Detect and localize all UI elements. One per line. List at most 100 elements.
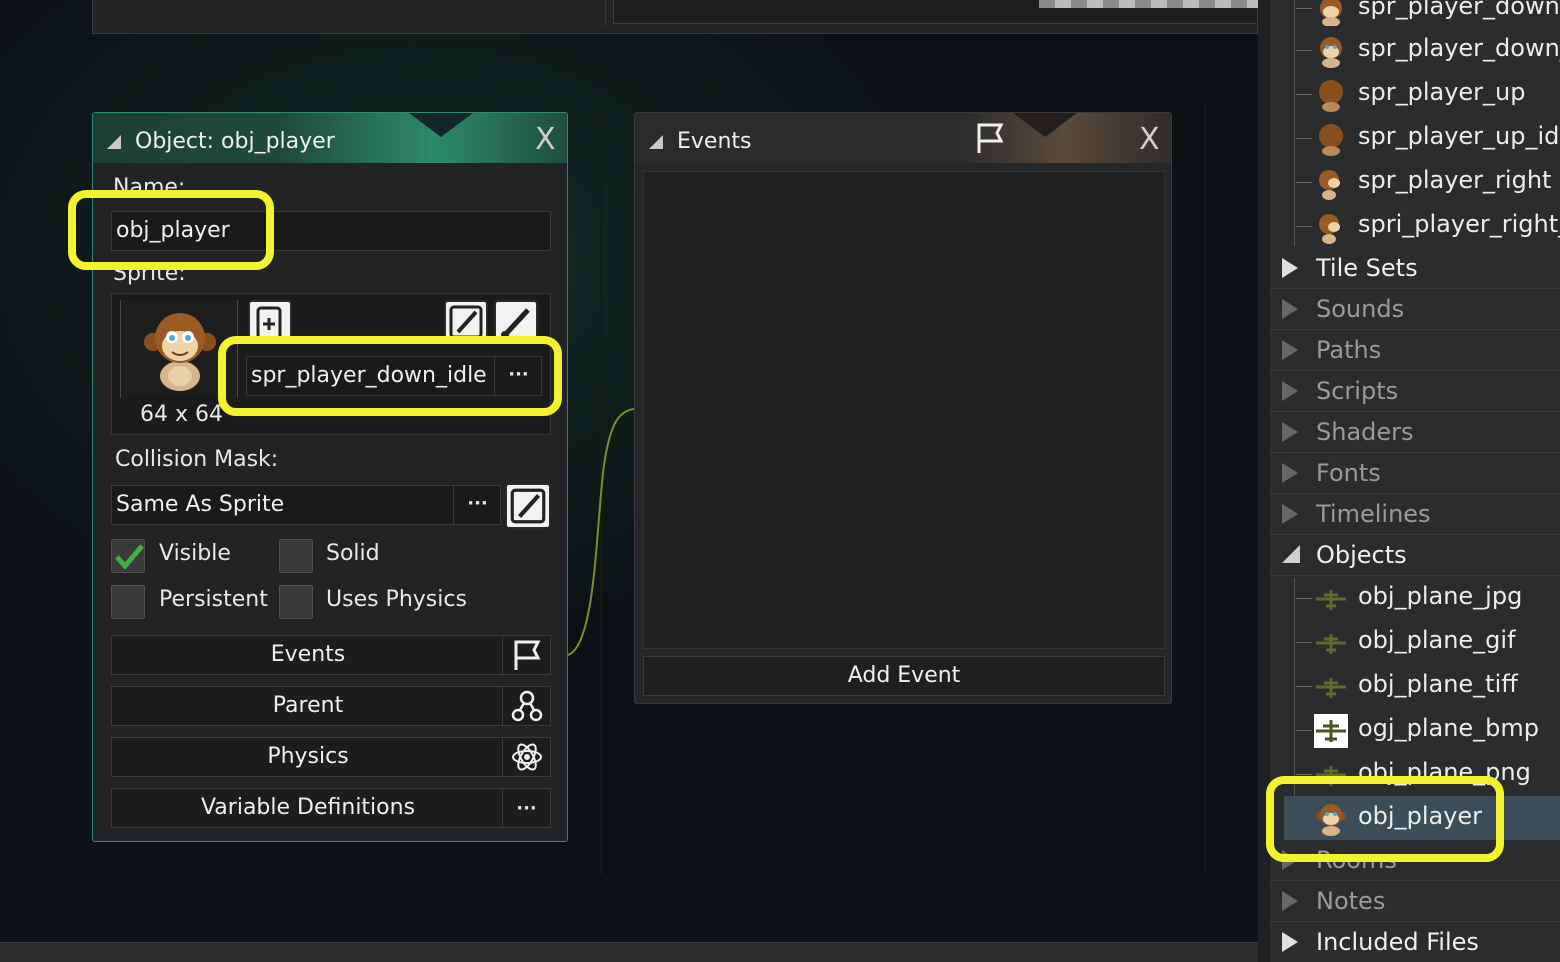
persistent-checkbox[interactable] xyxy=(111,585,145,619)
monkey-sprite-icon xyxy=(1320,0,1342,26)
tree-stub xyxy=(1296,8,1312,9)
collision-edit-button[interactable] xyxy=(505,483,551,529)
expand-icon[interactable] xyxy=(1282,504,1298,524)
workspace-scrollbar[interactable] xyxy=(0,942,1258,962)
monkey-sprite-icon xyxy=(144,313,216,391)
tree-group-label: Included Files xyxy=(1316,928,1479,956)
tree-stub xyxy=(1296,138,1312,139)
tree-group-objects[interactable]: Objects xyxy=(1270,535,1560,576)
visible-checkbox[interactable] xyxy=(111,539,145,573)
expand-icon[interactable] xyxy=(1282,258,1298,278)
expand-icon[interactable] xyxy=(1282,932,1298,952)
tree-item-label: spr_player_up_idle xyxy=(1358,122,1560,150)
expand-icon[interactable] xyxy=(1282,299,1298,319)
close-icon[interactable]: X xyxy=(535,125,556,155)
tree-group-label: Shaders xyxy=(1316,418,1414,446)
expand-icon[interactable] xyxy=(1282,891,1298,911)
tree-item-sprite[interactable]: spr_player_up xyxy=(1296,72,1560,116)
tree-group-timelines[interactable]: Timelines xyxy=(1270,494,1560,535)
tree-stub xyxy=(1296,94,1312,95)
tree-group-label: Objects xyxy=(1316,541,1407,569)
persistent-label: Persistent xyxy=(159,587,268,612)
collapse-icon[interactable] xyxy=(107,135,121,149)
tree-group-scripts[interactable]: Scripts xyxy=(1270,371,1560,412)
tree-stub xyxy=(1296,730,1312,731)
tree-item-sprite[interactable]: spr_player_down_ xyxy=(1296,28,1560,72)
monkey-side-icon xyxy=(1319,214,1340,244)
checker-preview xyxy=(1039,0,1259,8)
physics-button[interactable]: Physics xyxy=(111,737,551,777)
strip-divider xyxy=(605,0,606,26)
tree-group-paths[interactable]: Paths xyxy=(1270,330,1560,371)
collision-mask-label: Collision Mask: xyxy=(115,447,279,472)
uses-physics-checkbox[interactable] xyxy=(279,585,313,619)
header-notch xyxy=(1013,113,1077,137)
close-icon[interactable]: X xyxy=(1139,125,1160,155)
tree-item-label: spri_player_right_i xyxy=(1358,210,1560,238)
tree-item-label: spr_player_right xyxy=(1358,166,1552,194)
tree-guide-line xyxy=(1294,0,1295,246)
expand-icon[interactable] xyxy=(1282,340,1298,360)
expand-icon[interactable] xyxy=(1282,422,1298,442)
tree-group-label: Paths xyxy=(1316,336,1382,364)
tree-stub xyxy=(1296,50,1312,51)
flag-icon xyxy=(502,636,550,674)
solid-checkbox[interactable] xyxy=(279,539,313,573)
events-panel: Events X Add Event xyxy=(634,112,1172,704)
object-panel-header[interactable]: Object: obj_player X xyxy=(93,113,567,163)
add-event-button[interactable]: Add Event xyxy=(643,656,1165,696)
tree-item-sprite[interactable]: spr_player_down xyxy=(1296,0,1560,30)
events-list[interactable] xyxy=(643,171,1165,649)
tree-item-label: spr_player_up xyxy=(1358,78,1526,106)
tree-group-included-files[interactable]: Included Files xyxy=(1270,922,1560,962)
tree-item-label: obj_plane_tiff xyxy=(1358,670,1518,698)
expand-icon[interactable] xyxy=(1282,381,1298,401)
monkey-back-icon xyxy=(1319,124,1343,156)
tree-item-object[interactable]: obj_plane_tiff xyxy=(1296,664,1560,708)
tree-stub xyxy=(1296,686,1312,687)
panel-connector-line xyxy=(567,408,635,656)
highlight-obj-player xyxy=(1266,776,1504,862)
plane-bmp-icon xyxy=(1314,714,1348,748)
tree-item-sprite[interactable]: spr_player_up_idle xyxy=(1296,116,1560,160)
plane-icon xyxy=(1316,634,1346,654)
object-panel-title: Object: obj_player xyxy=(135,129,335,154)
tree-group-tile-sets[interactable]: Tile Sets xyxy=(1270,248,1560,289)
tree-item-sprite[interactable]: spr_player_right xyxy=(1296,160,1560,204)
collision-browse-button[interactable]: ··· xyxy=(453,485,501,525)
collapse-icon[interactable] xyxy=(1282,545,1300,563)
top-strip-panel xyxy=(92,0,1259,34)
tree-item-object[interactable]: obj_plane_jpg xyxy=(1296,576,1560,620)
tree-group-notes[interactable]: Notes xyxy=(1270,881,1560,922)
tree-item-label: ogj_plane_bmp xyxy=(1358,714,1540,742)
parent-button-label: Parent xyxy=(272,693,344,718)
highlight-sprite-field xyxy=(218,336,562,416)
collision-mask-select[interactable]: Same As Sprite xyxy=(111,485,501,525)
header-notch xyxy=(409,113,473,137)
collapse-icon[interactable] xyxy=(649,135,663,149)
visible-label: Visible xyxy=(159,541,231,566)
tree-item-object[interactable]: ogj_plane_bmp xyxy=(1296,708,1560,752)
sprite-size-label: 64 x 64 xyxy=(140,402,223,427)
events-button[interactable]: Events xyxy=(111,635,551,675)
tree-item-label: obj_plane_gif xyxy=(1358,626,1516,654)
tree-group-shaders[interactable]: Shaders xyxy=(1270,412,1560,453)
tree-stub xyxy=(1296,226,1312,227)
uses-physics-label: Uses Physics xyxy=(326,587,467,612)
events-panel-header[interactable]: Events X xyxy=(635,113,1171,163)
tree-item-sprite[interactable]: spri_player_right_i xyxy=(1296,204,1560,248)
tree-item-label: spr_player_down_ xyxy=(1358,34,1560,62)
variable-definitions-label: Variable Definitions xyxy=(200,795,416,820)
tree-group-label: Tile Sets xyxy=(1316,254,1418,282)
tree-group-label: Timelines xyxy=(1316,500,1431,528)
tree-group-fonts[interactable]: Fonts xyxy=(1270,453,1560,494)
variable-definitions-button[interactable]: Variable Definitions ··· xyxy=(111,788,551,828)
tree-item-object[interactable]: obj_plane_gif xyxy=(1296,620,1560,664)
tree-group-sounds[interactable]: Sounds xyxy=(1270,289,1560,330)
plane-icon xyxy=(1316,590,1346,610)
workspace-divider xyxy=(1204,106,1206,874)
parent-button[interactable]: Parent xyxy=(111,686,551,726)
checkmark-icon xyxy=(115,544,144,570)
parent-icon xyxy=(502,687,550,725)
expand-icon[interactable] xyxy=(1282,463,1298,483)
